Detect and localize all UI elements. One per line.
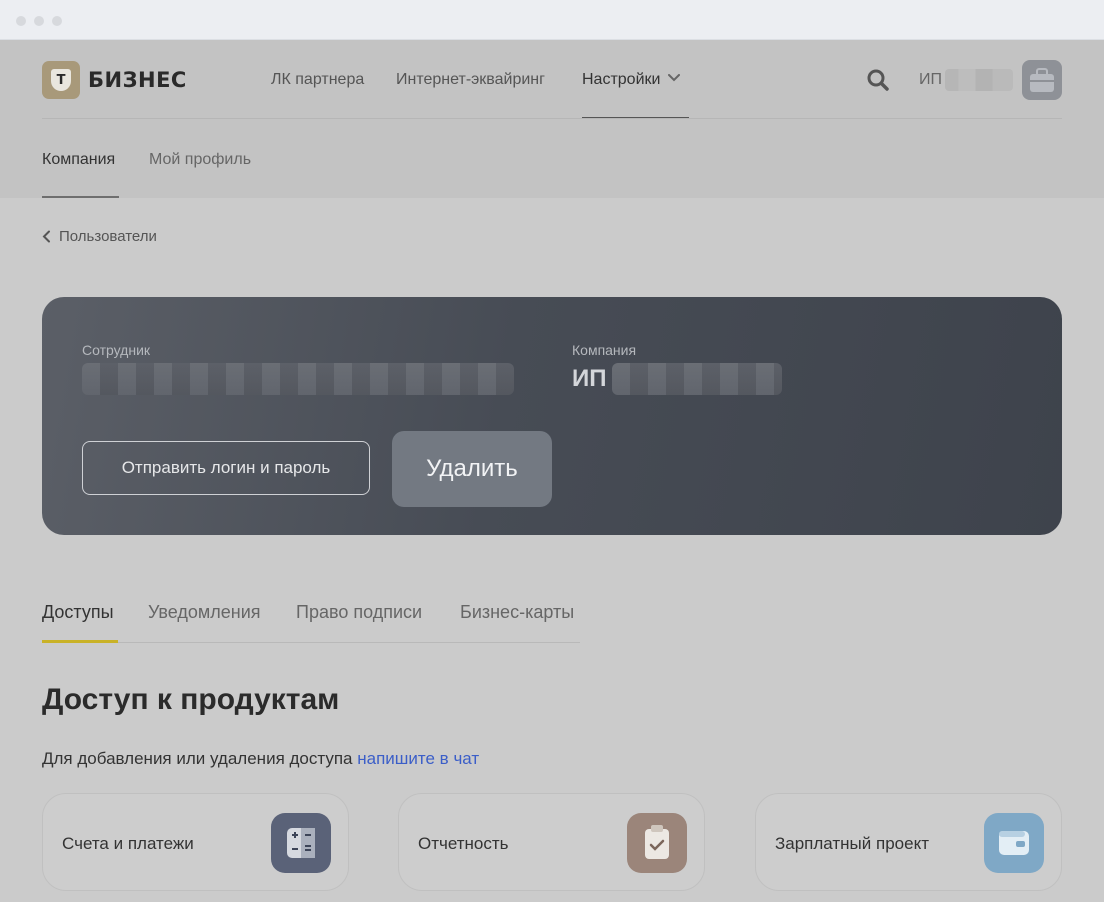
chat-link[interactable]: напишите в чат (357, 749, 479, 768)
logo-shield: Т (51, 69, 71, 91)
nav-item-settings-label: Настройки (582, 71, 661, 88)
browser-chrome (0, 0, 1104, 40)
product-card-payments[interactable]: Счета и платежи (42, 793, 349, 891)
employee-card: Сотрудник Компания ИП Отправить логин и … (42, 297, 1062, 535)
company-label: Компания (572, 342, 637, 358)
org-prefix[interactable]: ИП (919, 71, 942, 89)
subnav-tab-profile[interactable]: Мой профиль (149, 151, 251, 169)
tab-access[interactable]: Доступы (42, 602, 114, 623)
back-link-label: Пользователи (59, 228, 157, 245)
org-name-redacted[interactable] (945, 69, 1013, 91)
chevron-left-icon (42, 230, 50, 243)
delete-button[interactable]: Удалить (392, 431, 552, 507)
window-dot (16, 16, 26, 26)
product-label: Зарплатный проект (775, 834, 929, 853)
nav-item-acquiring[interactable]: Интернет-эквайринг (396, 71, 545, 89)
briefcase-icon (1030, 68, 1054, 92)
employee-name-redacted (82, 363, 514, 395)
window-dot (52, 16, 62, 26)
subnav-tab-company[interactable]: Компания (42, 151, 115, 169)
wallet-icon (984, 813, 1044, 873)
product-label: Счета и платежи (62, 834, 194, 853)
search-icon[interactable] (866, 68, 890, 92)
tab-business-cards[interactable]: Бизнес-карты (460, 602, 574, 623)
brand-name: БИЗНЕС (88, 68, 187, 92)
tab-active-indicator (42, 640, 118, 643)
window-dot (34, 16, 44, 26)
calculator-icon (271, 813, 331, 873)
header-divider (42, 118, 1062, 119)
logo-badge-icon: Т (42, 61, 80, 99)
product-card-salary[interactable]: Зарплатный проект (755, 793, 1062, 891)
section-subtitle: Для добавления или удаления доступа напи… (42, 749, 479, 769)
brand-logo[interactable]: Т БИЗНЕС (42, 61, 187, 99)
company-name-redacted (612, 363, 782, 395)
product-label: Отчетность (418, 834, 509, 853)
nav-item-partner[interactable]: ЛК партнера (271, 71, 364, 89)
tab-notifications[interactable]: Уведомления (148, 602, 261, 623)
send-credentials-button[interactable]: Отправить логин и пароль (82, 441, 370, 495)
avatar[interactable] (1022, 60, 1062, 100)
clipboard-check-icon (627, 813, 687, 873)
nav-item-settings[interactable]: Настройки (582, 71, 681, 89)
section-title: Доступ к продуктам (42, 683, 340, 716)
company-prefix: ИП (572, 365, 607, 392)
section-subtitle-text: Для добавления или удаления доступа (42, 749, 358, 768)
back-link-users[interactable]: Пользователи (42, 228, 157, 245)
chevron-down-icon (668, 74, 681, 82)
subnav-active-indicator (42, 196, 119, 198)
tab-signature[interactable]: Право подписи (296, 602, 422, 623)
employee-label: Сотрудник (82, 342, 151, 358)
tabs-divider (42, 642, 580, 643)
tabs: Доступы Уведомления Право подписи Бизнес… (42, 600, 580, 644)
product-card-reports[interactable]: Отчетность (398, 793, 705, 891)
